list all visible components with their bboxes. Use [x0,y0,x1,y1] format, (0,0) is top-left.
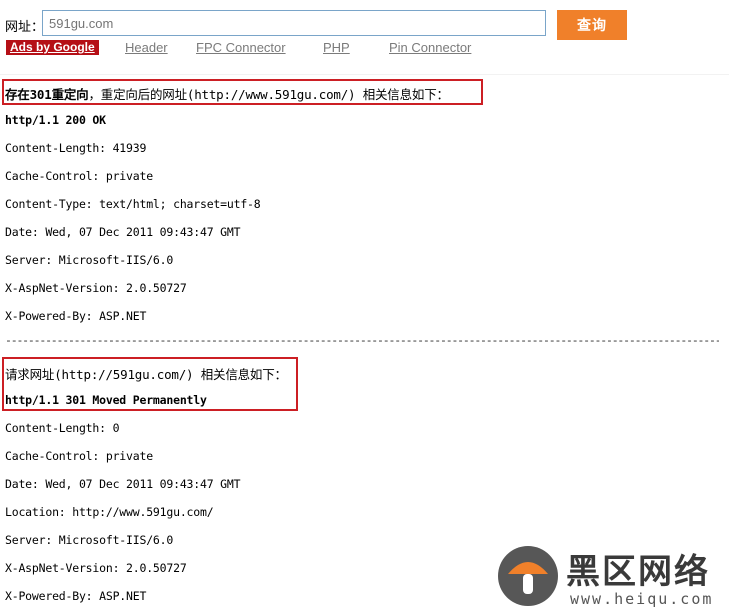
section1-header-line: Content-Length: 41939 [5,141,147,155]
mushroom-logo-icon [498,546,558,606]
query-button[interactable]: 查询 [557,10,627,40]
section2-header-line: X-AspNet-Version: 2.0.50727 [5,561,187,575]
top-divider [0,74,729,75]
section2-header-line: Location: http://www.591gu.com/ [5,505,214,519]
section2-header-line: Date: Wed, 07 Dec 2011 09:43:47 GMT [5,477,241,491]
section1-header-line: Cache-Control: private [5,169,153,183]
url-label: 网址： [5,19,45,34]
watermark-url: www.heiqu.com [570,590,714,608]
section1-title-bold: 存在301重定向 [5,87,89,102]
section1-header-line: Server: Microsoft-IIS/6.0 [5,253,174,267]
section1-status: http/1.1 200 OK [5,113,106,127]
dashed-divider: ----------------------------------------… [5,333,719,347]
watermark-title: 黑区网络 [566,552,710,592]
section1-header-line: X-Powered-By: ASP.NET [5,309,147,323]
section1-title: 存在301重定向，重定向后的网址(http://www.591gu.com/) … [5,84,449,103]
section1-header-line: Date: Wed, 07 Dec 2011 09:43:47 GMT [5,225,241,239]
section2-header-line: Content-Length: 0 [5,421,120,435]
url-input[interactable] [42,10,546,36]
section2-title: 请求网址(http://591gu.com/) 相关信息如下： [5,367,287,382]
ad-link-header[interactable]: Header [125,40,168,55]
section2-header-line: Server: Microsoft-IIS/6.0 [5,533,174,547]
watermark: 黑区网络 www.heiqu.com [496,540,728,610]
ad-link-pin-connector[interactable]: Pin Connector [389,40,471,55]
ads-by-google-badge[interactable]: Ads by Google [6,40,99,55]
section2-header-line: Cache-Control: private [5,449,153,463]
section1-header-line: X-AspNet-Version: 2.0.50727 [5,281,187,295]
section1-header-line: Content-Type: text/html; charset=utf-8 [5,197,261,211]
section2-status: http/1.1 301 Moved Permanently [5,393,207,407]
section1-title-rest: ，重定向后的网址(http://www.591gu.com/) 相关信息如下： [88,87,449,102]
ad-link-php[interactable]: PHP [323,40,350,55]
section2-header-line: X-Powered-By: ASP.NET [5,589,147,603]
ad-link-fpc-connector[interactable]: FPC Connector [196,40,286,55]
